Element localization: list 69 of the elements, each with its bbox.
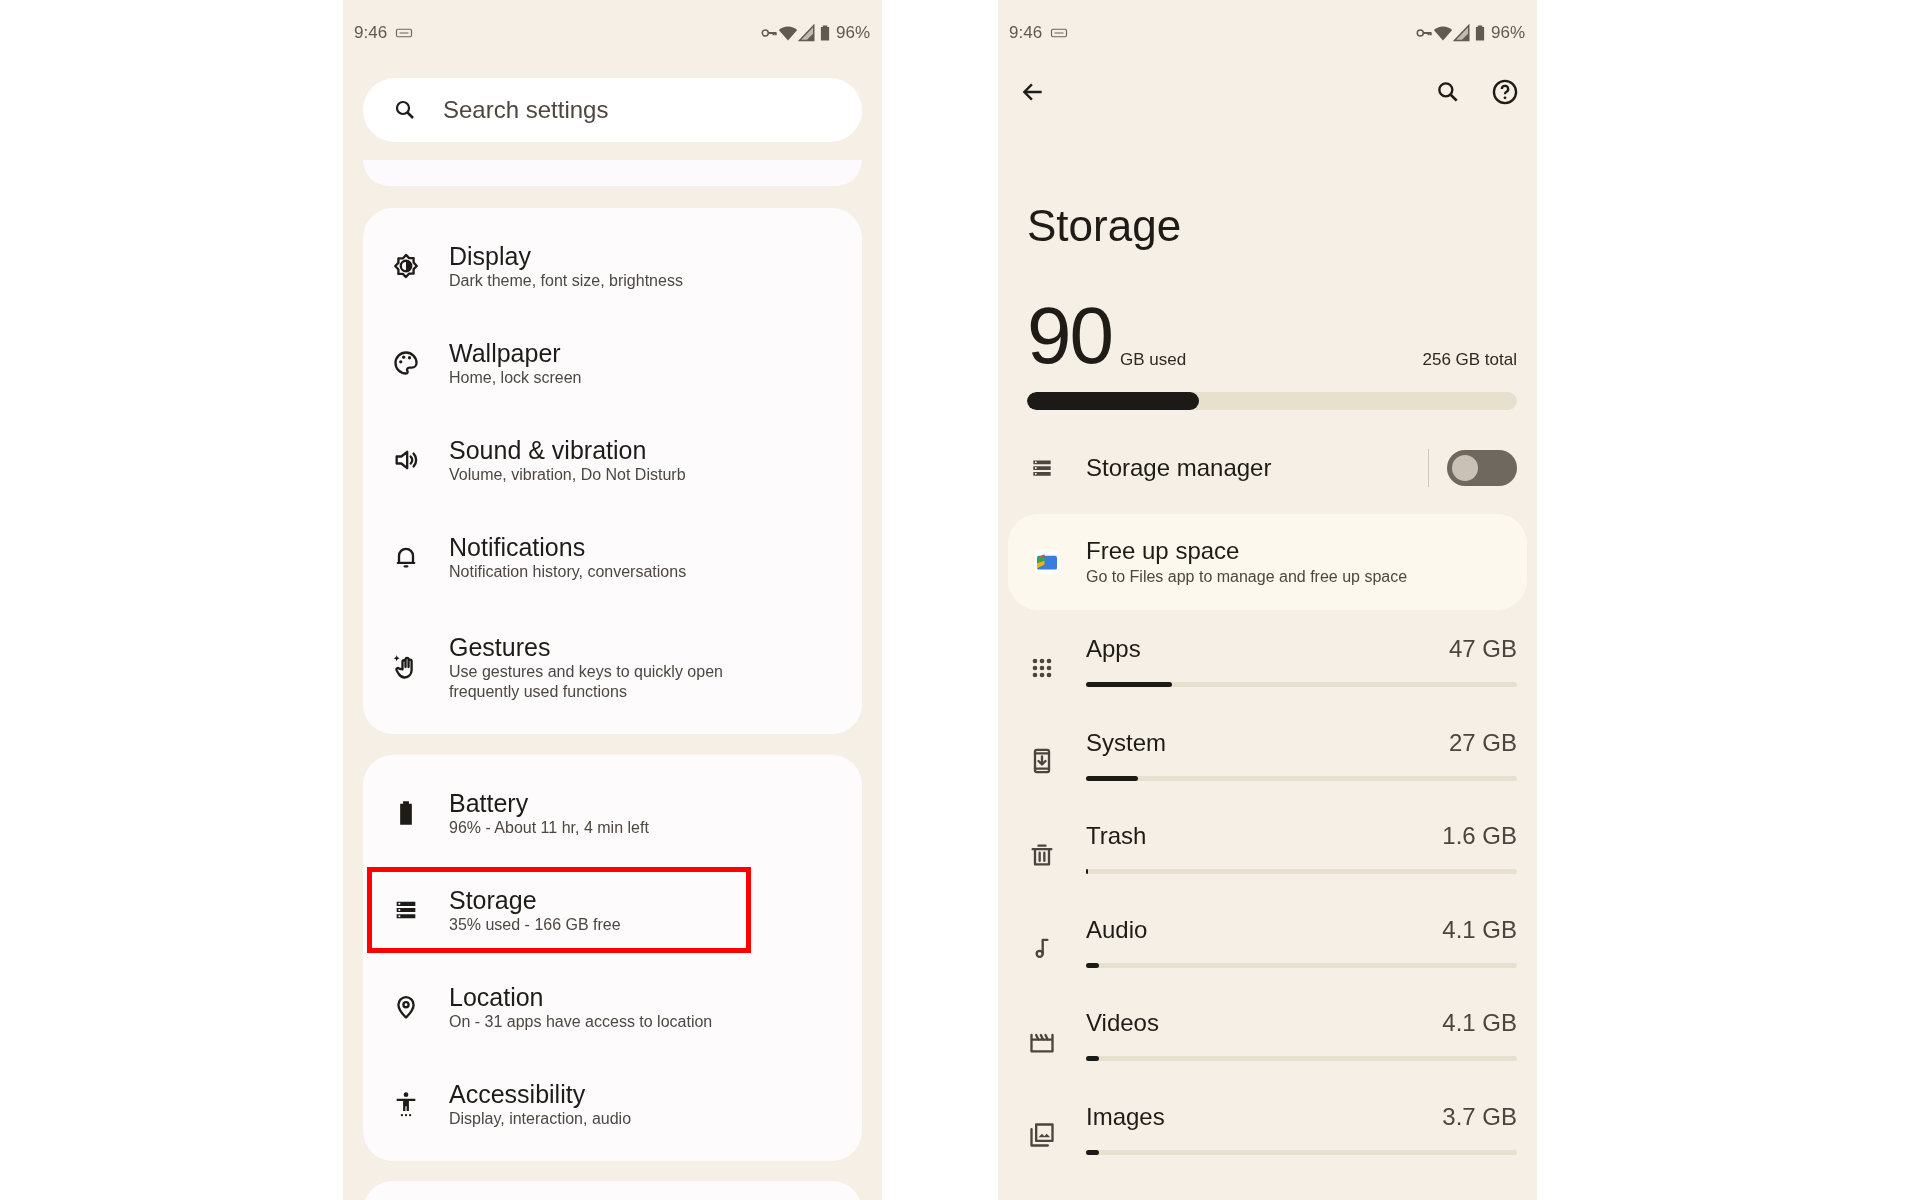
item-title: Accessibility [449, 1078, 587, 1109]
search-field[interactable]: Search settings [363, 78, 862, 142]
storage-category[interactable]: Videos 4.1 GB [998, 988, 1537, 1082]
category-name: Audio [1086, 914, 1148, 945]
item-title: Storage [449, 884, 538, 915]
settings-item[interactable]: Wallpaper Home, lock screen [363, 314, 862, 411]
battery-percentage: 96% [1490, 23, 1525, 43]
free-up-title: Free up space [1086, 536, 1241, 566]
used-amount: 90 [1027, 296, 1112, 376]
category-size: 47 GB [1448, 634, 1517, 665]
free-up-space-card[interactable]: Free up space Go to Files app to manage and free up space [1008, 514, 1527, 610]
item-title: Location [449, 981, 545, 1012]
category-name: Apps [1086, 634, 1141, 665]
category-size: 4.1 GB [1442, 914, 1517, 945]
item-title: Notifications [449, 531, 587, 562]
item-subtitle: 35% used - 166 GB free [449, 914, 621, 935]
status-time: 9:46 [354, 23, 388, 43]
category-name: System [1086, 727, 1166, 758]
settings-item[interactable]: Storage 35% used - 166 GB free [363, 861, 862, 958]
category-name: Videos [1086, 1008, 1159, 1039]
item-title: Gestures [449, 632, 552, 662]
item-subtitle: Volume, vibration, Do Not Disturb [449, 464, 686, 485]
signal-icon [797, 24, 816, 42]
search-placeholder: Search settings [443, 96, 609, 124]
category-name: Images [1086, 1101, 1165, 1132]
files-app-icon [1032, 547, 1062, 577]
item-subtitle: On - 31 apps have access to location [449, 1011, 713, 1032]
wifi-icon [1432, 23, 1453, 43]
category-size: 1.6 GB [1442, 821, 1517, 852]
brightness-icon [392, 251, 420, 280]
help-icon[interactable] [1491, 78, 1519, 106]
settings-item[interactable]: Accessibility Display, interaction, audio [363, 1055, 862, 1152]
images-icon [1028, 1121, 1056, 1150]
storage-category[interactable]: Images 3.7 GB [998, 1081, 1537, 1175]
item-title: Display [449, 240, 532, 271]
item-title: Battery [449, 787, 530, 818]
item-subtitle: Home, lock screen [449, 367, 582, 388]
item-title: Sound & vibration [449, 434, 648, 465]
category-size: 27 GB [1448, 727, 1517, 758]
item-title: Wallpaper [449, 337, 562, 368]
storage-category[interactable]: System 27 GB [998, 707, 1537, 801]
settings-item[interactable]: Gestures Use gestures and keys to quickly open frequently used functions [363, 605, 862, 729]
wifi-icon [777, 23, 798, 43]
settings-item[interactable]: Notifications Notification history, conversations [363, 508, 862, 605]
signal-icon [1452, 24, 1471, 42]
storage-manager-label: Storage manager [1086, 454, 1273, 482]
item-subtitle: Display, interaction, audio [449, 1108, 632, 1129]
storage-category[interactable]: Audio 4.1 GB [998, 894, 1537, 988]
category-name: Trash [1086, 821, 1147, 852]
settings-item[interactable]: Sound & vibration Volume, vibration, Do Not Disturb [363, 411, 862, 508]
free-up-subtitle: Go to Files app to manage and free up space [1086, 567, 1408, 587]
palette-icon [392, 348, 420, 377]
item-subtitle: 96% - About 11 hr, 4 min left [449, 817, 649, 838]
status-time: 9:46 [1009, 23, 1043, 43]
settings-item[interactable]: Location On - 31 apps have access to location [363, 958, 862, 1055]
item-subtitle: Use gestures and keys to quickly open frequently used functions [449, 662, 724, 702]
settings-item[interactable]: Display Dark theme, font size, brightness [363, 217, 862, 314]
used-unit: GB used [1120, 350, 1187, 370]
item-subtitle: Dark theme, font size, brightness [449, 270, 683, 291]
storage-category[interactable]: Trash 1.6 GB [998, 801, 1537, 895]
storage-category[interactable]: Apps 47 GB [998, 614, 1537, 708]
category-size: 3.7 GB [1442, 1101, 1517, 1132]
category-size: 4.1 GB [1442, 1008, 1517, 1039]
item-subtitle: Notification history, conversations [449, 561, 687, 582]
settings-item[interactable]: Battery 96% - About 11 hr, 4 min left [363, 764, 862, 861]
total-capacity: 256 GB total [1422, 350, 1517, 370]
toggle-switch[interactable] [1447, 450, 1517, 486]
battery-percentage: 96% [835, 23, 870, 43]
page-title: Storage [1027, 200, 1183, 252]
